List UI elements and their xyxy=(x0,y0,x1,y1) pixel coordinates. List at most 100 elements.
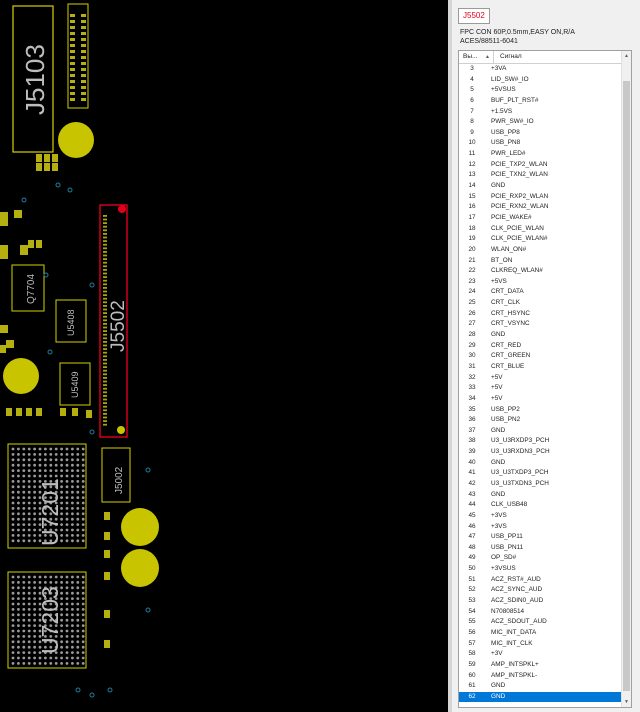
signal-name: +5V xyxy=(491,384,503,392)
j5103-label: J5103 xyxy=(20,44,50,115)
table-row[interactable]: 46 +3VS xyxy=(459,522,621,533)
pin-number: 58 xyxy=(468,650,476,658)
signal-name: +3VSUS xyxy=(491,565,516,573)
table-row[interactable]: 48 USB_PN11 xyxy=(459,543,621,554)
table-row[interactable]: 31 CRT_BLUE xyxy=(459,362,621,373)
table-row[interactable]: 41 U3_U3TXDP3_PCH xyxy=(459,468,621,479)
table-row[interactable]: 37 GND xyxy=(459,426,621,437)
table-row[interactable]: 39 U3_U3RXDN3_PCH xyxy=(459,447,621,458)
scroll-thumb[interactable] xyxy=(623,81,630,691)
table-row[interactable]: 27 CRT_VSYNC xyxy=(459,319,621,330)
scroll-down-icon[interactable]: ▼ xyxy=(622,699,631,705)
table-row[interactable]: 24 CRT_DATA xyxy=(459,287,621,298)
table-row[interactable]: 51 ACZ_RST#_AUD xyxy=(459,575,621,586)
scroll-up-icon[interactable]: ▲ xyxy=(622,53,631,59)
table-row[interactable]: 23 +5VS xyxy=(459,277,621,288)
table-row[interactable]: 30 CRT_GREEN xyxy=(459,351,621,362)
table-row[interactable]: 19 CLK_PCIE_WLAN# xyxy=(459,234,621,245)
pin-number: 28 xyxy=(468,331,476,339)
table-row[interactable]: 8 PWR_SW#_IO xyxy=(459,117,621,128)
table-row[interactable]: 35 USB_PP2 xyxy=(459,405,621,416)
table-row[interactable]: 49 OP_SD# xyxy=(459,553,621,564)
signal-name: +3VS xyxy=(491,522,507,530)
table-row[interactable]: 3 +3VA xyxy=(459,64,621,75)
table-row[interactable]: 12 PCIE_TXP2_WLAN xyxy=(459,160,621,171)
table-row[interactable]: 11 PWR_LED# xyxy=(459,149,621,160)
pin-number: 20 xyxy=(468,245,476,253)
table-row[interactable]: 17 PCIE_WAKE# xyxy=(459,213,621,224)
signal-name: MIC_INT_DATA xyxy=(491,628,537,636)
table-row[interactable]: 43 GND xyxy=(459,490,621,501)
pin-signal-table[interactable]: Вы... ▲ Сигнал 3 +3VA 4 LID_SW#_IO 5 +5VSUS 6 BU… xyxy=(458,50,632,708)
table-row[interactable]: 21 BT_ON xyxy=(459,256,621,267)
column-header-signal[interactable]: Сигнал xyxy=(494,51,522,63)
table-row[interactable]: 18 CLK_PCIE_WLAN xyxy=(459,224,621,235)
table-row[interactable]: 45 +3VS xyxy=(459,511,621,522)
table-row[interactable]: 14 GND xyxy=(459,181,621,192)
table-row[interactable]: 40 GND xyxy=(459,458,621,469)
pin-number: 34 xyxy=(468,394,476,402)
table-row[interactable]: 16 PCIE_RXN2_WLAN xyxy=(459,202,621,213)
table-row[interactable]: 13 PCIE_TXN2_WLAN xyxy=(459,170,621,181)
table-row[interactable]: 60 AMP_INTSPKL- xyxy=(459,671,621,682)
pin-number: 9 xyxy=(470,128,474,136)
pin-number: 13 xyxy=(468,171,476,179)
table-row[interactable]: 6 BUF_PLT_RST# xyxy=(459,96,621,107)
signal-name: AMP_INTSPKL+ xyxy=(491,660,539,668)
table-row[interactable]: 54 N70808514 xyxy=(459,607,621,618)
pin-number: 59 xyxy=(468,660,476,668)
pin-number: 4 xyxy=(470,75,474,83)
table-row[interactable]: 34 +5V xyxy=(459,394,621,405)
table-row[interactable]: 29 CRT_RED xyxy=(459,341,621,352)
pin-number: 39 xyxy=(468,448,476,456)
signal-name: +5V xyxy=(491,394,503,402)
pcb-view[interactable]: J5103 Q7704 U5408 U5409 J5502 U7201 J500… xyxy=(0,0,448,712)
table-row[interactable]: 10 USB_PN8 xyxy=(459,138,621,149)
table-row[interactable]: 44 CLK_USB48 xyxy=(459,500,621,511)
table-row[interactable]: 59 AMP_INTSPKL+ xyxy=(459,660,621,671)
table-row[interactable]: 20 WLAN_ON# xyxy=(459,245,621,256)
pin-number: 3 xyxy=(470,65,474,72)
signal-name: U3_U3TXDP3_PCH xyxy=(491,469,549,477)
signal-name: CRT_BLUE xyxy=(491,362,525,370)
table-row[interactable]: 4 LID_SW#_IO xyxy=(459,75,621,86)
column-header-num[interactable]: Вы... ▲ xyxy=(459,51,494,63)
signal-name: CRT_RED xyxy=(491,341,522,349)
table-row[interactable]: 56 MIC_INT_DATA xyxy=(459,628,621,639)
signal-name: BT_ON xyxy=(491,256,513,264)
pin-number: 61 xyxy=(468,682,476,690)
table-row[interactable]: 52 ACZ_SYNC_AUD xyxy=(459,585,621,596)
table-row[interactable]: 58 +3V xyxy=(459,649,621,660)
table-row[interactable]: 53 ACZ_SDIN0_AUD xyxy=(459,596,621,607)
table-row[interactable]: 9 USB_PP8 xyxy=(459,128,621,139)
pin-number: 53 xyxy=(468,597,476,605)
table-row[interactable]: 55 ACZ_SDOUT_AUD xyxy=(459,617,621,628)
table-row[interactable]: 38 U3_U3RXDP3_PCH xyxy=(459,436,621,447)
component-panel: J5502 FPC CON 60P,0.5mm,EASY ON,R/A ACES… xyxy=(452,0,640,712)
u7201-label: U7201 xyxy=(37,478,63,546)
pcb-canvas[interactable]: J5103 Q7704 U5408 U5409 J5502 U7201 J500… xyxy=(0,0,448,712)
table-row[interactable]: 42 U3_U3TXDN3_PCH xyxy=(459,479,621,490)
table-row[interactable]: 57 MIC_INT_CLK xyxy=(459,639,621,650)
signal-name: USB_PP8 xyxy=(491,128,520,136)
table-row[interactable]: 26 CRT_HSYNC xyxy=(459,309,621,320)
table-row[interactable]: 50 +3VSUS xyxy=(459,564,621,575)
table-row[interactable]: 7 +1.5VS xyxy=(459,107,621,118)
table-row[interactable]: 15 PCIE_RXP2_WLAN xyxy=(459,192,621,203)
signal-name: MIC_INT_CLK xyxy=(491,639,533,647)
signal-name: USB_PN11 xyxy=(491,543,524,551)
table-row[interactable]: 47 USB_PP11 xyxy=(459,532,621,543)
table-row[interactable]: 36 USB_PN2 xyxy=(459,415,621,426)
table-row[interactable]: 32 +5V xyxy=(459,373,621,384)
signal-name: CRT_CLK xyxy=(491,299,521,307)
table-row[interactable]: 62 GND xyxy=(459,691,621,703)
table-row[interactable]: 33 +5V xyxy=(459,383,621,394)
vertical-scrollbar[interactable]: ▲ ▼ xyxy=(621,51,631,707)
table-row[interactable]: 61 GND xyxy=(459,681,621,692)
table-row[interactable]: 22 CLKREQ_WLAN# xyxy=(459,266,621,277)
table-row[interactable]: 28 GND xyxy=(459,330,621,341)
table-row[interactable]: 25 CRT_CLK xyxy=(459,298,621,309)
table-row[interactable]: 5 +5VSUS xyxy=(459,85,621,96)
signal-name: CRT_VSYNC xyxy=(491,320,530,328)
signal-name: +3V xyxy=(491,650,503,658)
